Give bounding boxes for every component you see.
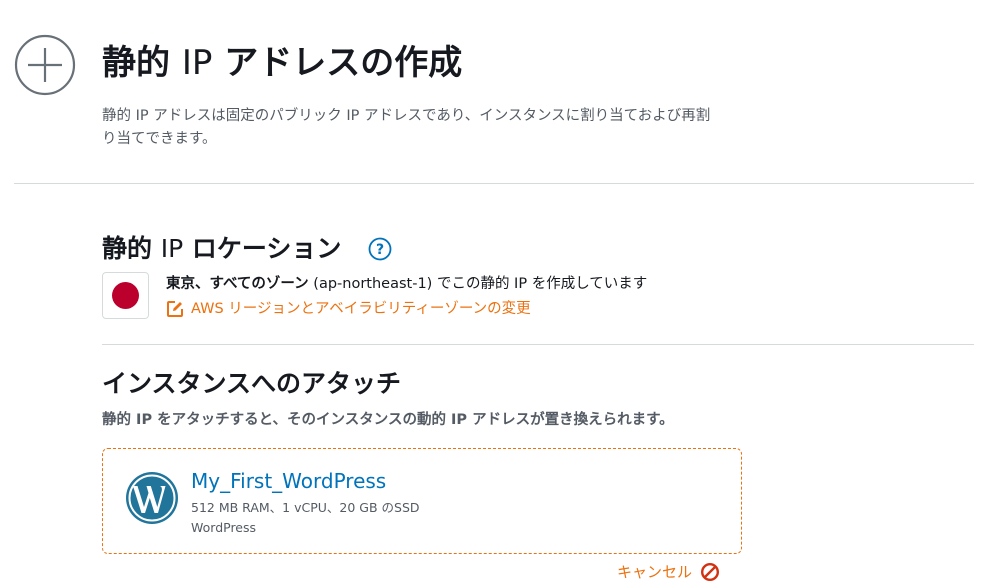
header-divider xyxy=(14,183,974,184)
location-title-suffix: ロケーション xyxy=(191,234,342,263)
cancel-button[interactable]: キャンセル xyxy=(617,561,720,583)
instance-specs: 512 MB RAM、1 vCPU、20 GB のSSD xyxy=(191,500,420,515)
question-circle-icon[interactable]: ? xyxy=(368,237,392,261)
instance-card[interactable]: My_First_WordPress 512 MB RAM、1 vCPU、20 … xyxy=(102,448,742,554)
attach-description: 静的 IP をアタッチすると、そのインスタンスの動的 IP アドレスが置き換えら… xyxy=(102,412,674,428)
help-label: ? xyxy=(376,242,384,258)
page-title: 静的 IP アドレスの作成 xyxy=(102,38,462,88)
region-info: 東京、すべてのゾーン (ap-northeast-1) でこの静的 IP を作成… xyxy=(166,274,647,294)
location-section-title: 静的 IP ロケーション xyxy=(102,231,341,267)
page-description: 静的 IP アドレスは固定のパブリック IP アドレスであり、インスタンスに割り… xyxy=(102,108,711,147)
cancel-label: キャンセル xyxy=(617,563,693,581)
region-suffix: でこの静的 IP を作成しています xyxy=(436,276,648,292)
wordpress-icon xyxy=(126,472,178,524)
change-region-link[interactable]: AWS リージョンとアベイラビリティーゾーンの変更 xyxy=(166,299,531,319)
instance-name-link[interactable]: My_First_WordPress xyxy=(191,468,386,494)
add-circle-icon xyxy=(14,34,76,96)
japan-flag-icon xyxy=(112,282,139,309)
page-title-ip: IP xyxy=(181,43,213,83)
region-code: (ap-northeast-1) xyxy=(313,276,433,292)
instance-blueprint: WordPress xyxy=(191,520,257,535)
cancel-icon xyxy=(701,562,720,582)
change-region-label: AWS リージョンとアベイラビリティーゾーンの変更 xyxy=(191,301,531,317)
section-divider xyxy=(102,344,974,345)
attach-section-title: インスタンスへのアタッチ xyxy=(102,369,402,398)
location-title-ip: IP xyxy=(160,234,184,263)
page-title-prefix: 静的 xyxy=(102,43,170,83)
page-title-suffix: アドレスの作成 xyxy=(224,43,463,83)
location-title-prefix: 静的 xyxy=(102,234,153,263)
region-flag xyxy=(102,272,149,319)
edit-icon xyxy=(167,301,183,317)
region-name: 東京、すべてのゾーン xyxy=(166,276,309,292)
